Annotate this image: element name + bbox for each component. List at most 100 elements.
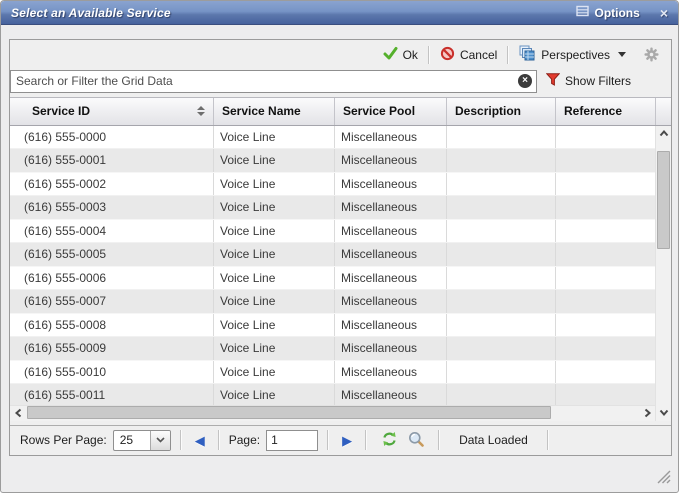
cell-service-id: (616) 555-0004 bbox=[10, 220, 214, 243]
scroll-down-icon[interactable] bbox=[656, 405, 672, 421]
column-header-service-id[interactable]: Service ID bbox=[10, 98, 214, 125]
scroll-right-icon[interactable] bbox=[639, 405, 655, 421]
refresh-icon bbox=[381, 431, 398, 450]
show-filters-button[interactable]: Show Filters bbox=[546, 73, 631, 89]
resize-grip[interactable] bbox=[654, 467, 671, 487]
table-row[interactable]: (616) 555-0008Voice LineMiscellaneous bbox=[10, 314, 655, 338]
pagination-bar: Rows Per Page: 25 ◀ Page: ▶ bbox=[10, 425, 671, 455]
rows-per-page-label: Rows Per Page: bbox=[20, 433, 107, 447]
cell-service-name: Voice Line bbox=[214, 243, 335, 266]
vertical-scrollbar[interactable] bbox=[655, 126, 671, 421]
rows-per-page-select[interactable]: 25 bbox=[113, 430, 171, 451]
title-bar[interactable]: Select an Available Service Options × bbox=[1, 1, 678, 25]
table-row[interactable]: (616) 555-0009Voice LineMiscellaneous bbox=[10, 337, 655, 361]
settings-gear-icon[interactable] bbox=[644, 47, 659, 62]
column-header-reference[interactable]: Reference bbox=[556, 98, 656, 125]
filter-funnel-icon bbox=[546, 73, 560, 89]
cell-description bbox=[447, 384, 556, 405]
table-row[interactable]: (616) 555-0001Voice LineMiscellaneous bbox=[10, 149, 655, 173]
cell-reference bbox=[556, 196, 655, 219]
column-header-service-name[interactable]: Service Name bbox=[214, 98, 335, 125]
toolbar: Ok Cancel bbox=[10, 40, 671, 69]
cell-service-id: (616) 555-0011 bbox=[10, 384, 214, 405]
pagebar-separator bbox=[327, 430, 329, 450]
cell-reference bbox=[556, 337, 655, 360]
cancel-button[interactable]: Cancel bbox=[434, 43, 503, 67]
grid-area: (616) 555-0000Voice LineMiscellaneous(61… bbox=[10, 126, 671, 421]
refresh-button[interactable] bbox=[376, 429, 403, 452]
cell-description bbox=[447, 126, 556, 149]
cell-service-pool: Miscellaneous bbox=[335, 384, 447, 405]
main-panel: Ok Cancel bbox=[9, 39, 672, 456]
cell-service-name: Voice Line bbox=[214, 267, 335, 290]
ok-button[interactable]: Ok bbox=[377, 43, 424, 66]
dialog-window: Select an Available Service Options × bbox=[0, 0, 679, 493]
table-row[interactable]: (616) 555-0002Voice LineMiscellaneous bbox=[10, 173, 655, 197]
table-row[interactable]: (616) 555-0004Voice LineMiscellaneous bbox=[10, 220, 655, 244]
table-row[interactable]: (616) 555-0005Voice LineMiscellaneous bbox=[10, 243, 655, 267]
cell-reference bbox=[556, 290, 655, 313]
cell-description bbox=[447, 243, 556, 266]
table-row[interactable]: (616) 555-0010Voice LineMiscellaneous bbox=[10, 361, 655, 385]
cell-service-id: (616) 555-0003 bbox=[10, 196, 214, 219]
select-chevron-icon bbox=[150, 431, 170, 450]
vertical-scroll-track[interactable] bbox=[656, 142, 672, 405]
cell-service-pool: Miscellaneous bbox=[335, 314, 447, 337]
column-header-filler bbox=[656, 98, 671, 125]
perspectives-layers-icon bbox=[519, 45, 536, 64]
cell-service-id: (616) 555-0009 bbox=[10, 337, 214, 360]
options-button[interactable]: Options bbox=[576, 5, 639, 20]
cell-description bbox=[447, 361, 556, 384]
cell-service-id: (616) 555-0007 bbox=[10, 290, 214, 313]
table-row[interactable]: (616) 555-0000Voice LineMiscellaneous bbox=[10, 126, 655, 150]
next-page-button[interactable]: ▶ bbox=[338, 434, 356, 447]
close-icon[interactable]: × bbox=[660, 6, 668, 20]
table-row[interactable]: (616) 555-0006Voice LineMiscellaneous bbox=[10, 267, 655, 291]
pagebar-separator bbox=[438, 430, 440, 450]
cell-service-pool: Miscellaneous bbox=[335, 290, 447, 313]
previous-page-button[interactable]: ◀ bbox=[191, 434, 209, 447]
cell-description bbox=[447, 196, 556, 219]
clear-search-icon[interactable]: × bbox=[518, 74, 532, 88]
vertical-scroll-thumb[interactable] bbox=[657, 151, 670, 249]
search-grid-button[interactable] bbox=[403, 429, 429, 452]
column-header-description[interactable]: Description bbox=[447, 98, 556, 125]
cell-description bbox=[447, 290, 556, 313]
column-header-service-pool[interactable]: Service Pool bbox=[335, 98, 447, 125]
cell-service-pool: Miscellaneous bbox=[335, 126, 447, 149]
pagebar-separator bbox=[547, 430, 549, 450]
cell-description bbox=[447, 267, 556, 290]
options-label: Options bbox=[594, 6, 639, 20]
perspectives-button[interactable]: Perspectives bbox=[513, 42, 632, 67]
cell-reference bbox=[556, 361, 655, 384]
cell-service-pool: Miscellaneous bbox=[335, 173, 447, 196]
cell-service-id: (616) 555-0005 bbox=[10, 243, 214, 266]
page-number-input[interactable] bbox=[266, 430, 318, 451]
options-grid-icon bbox=[576, 5, 589, 20]
scroll-left-icon[interactable] bbox=[10, 405, 26, 421]
ok-check-icon bbox=[383, 46, 398, 63]
sort-icon[interactable] bbox=[197, 106, 205, 116]
cell-service-id: (616) 555-0000 bbox=[10, 126, 214, 149]
cell-service-name: Voice Line bbox=[214, 149, 335, 172]
cell-reference bbox=[556, 126, 655, 149]
cell-service-name: Voice Line bbox=[214, 126, 335, 149]
cell-service-pool: Miscellaneous bbox=[335, 149, 447, 172]
scroll-up-icon[interactable] bbox=[656, 126, 672, 142]
magnifier-icon bbox=[408, 431, 424, 450]
cell-service-name: Voice Line bbox=[214, 384, 335, 405]
cell-description bbox=[447, 173, 556, 196]
table-row[interactable]: (616) 555-0011Voice LineMiscellaneous bbox=[10, 384, 655, 405]
cell-description bbox=[447, 337, 556, 360]
pagebar-separator bbox=[365, 430, 367, 450]
cell-reference bbox=[556, 314, 655, 337]
horizontal-scrollbar[interactable] bbox=[10, 405, 655, 421]
cell-service-id: (616) 555-0006 bbox=[10, 267, 214, 290]
cell-reference bbox=[556, 220, 655, 243]
search-input[interactable] bbox=[10, 70, 537, 93]
table-row[interactable]: (616) 555-0007Voice LineMiscellaneous bbox=[10, 290, 655, 314]
cell-service-name: Voice Line bbox=[214, 314, 335, 337]
table-row[interactable]: (616) 555-0003Voice LineMiscellaneous bbox=[10, 196, 655, 220]
horizontal-scroll-track[interactable] bbox=[26, 405, 639, 421]
horizontal-scroll-thumb[interactable] bbox=[27, 406, 551, 419]
